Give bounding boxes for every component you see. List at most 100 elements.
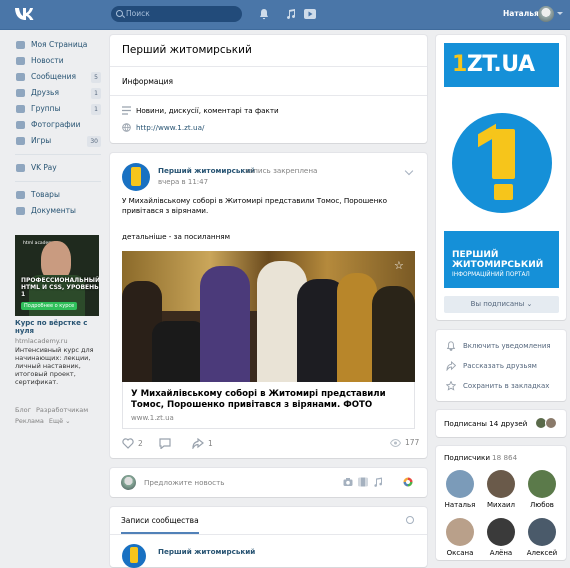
subscriber-name: Наталья (444, 501, 476, 509)
ad-image[interactable]: html academy ПРОФЕССИОНАЛЬНЫЙ HTML И CSS… (15, 235, 99, 316)
sidebar-item-games[interactable]: Игры 30 (15, 133, 101, 149)
chevron-down-icon[interactable] (557, 12, 563, 15)
views-count: 177 (405, 438, 420, 447)
sidebar-item-label: Документы (31, 206, 76, 215)
suggest-news-box[interactable]: Предложите новость (110, 468, 427, 497)
sidebar-item-messages[interactable]: Сообщения 5 (15, 69, 101, 85)
enable-notifications-button[interactable]: Включить уведомления (444, 341, 551, 351)
post-more-text: детальніше - за посиланням (122, 232, 231, 241)
bell-icon[interactable] (258, 8, 270, 20)
video-icon[interactable] (358, 477, 368, 487)
friends-subscribed[interactable]: Подписаны 14 друзей (436, 410, 566, 437)
suggest-news-placeholder[interactable]: Предложите новость (144, 478, 225, 487)
logo-circle (452, 113, 552, 213)
like-count: 2 (138, 439, 143, 448)
description-row: Новини, дискусії, коментарі та факти (122, 106, 279, 115)
search-icon[interactable] (406, 516, 414, 524)
graffiti-color-icon[interactable] (403, 477, 413, 487)
community-cover-card: 1ZT.UA ПЕРШИЙ ЖИТОМИРСЬКИЙ ІНФОРМАЦІЙНИЙ… (436, 35, 566, 320)
action-label: Сохранить в закладках (463, 382, 550, 390)
search-input[interactable]: Поиск (111, 6, 242, 22)
photo-figure (372, 286, 415, 382)
subscriber-avatar (487, 470, 515, 498)
user-name[interactable]: Наталья (503, 9, 539, 18)
tab-community-posts[interactable]: Записи сообщества (121, 516, 199, 534)
sidebar-item-documents[interactable]: Документы (15, 203, 101, 219)
subscribers-header[interactable]: Подписчики 18 864 (444, 453, 517, 462)
website-link[interactable]: http://www.1.zt.ua/ (136, 123, 204, 132)
subscriber-name: Алёна (489, 549, 513, 557)
link-snippet[interactable]: У Михайлівському соборі в Житомирі предс… (122, 382, 415, 429)
photo-figure (152, 321, 207, 382)
footer-link-blog[interactable]: Блог (15, 406, 31, 414)
games-count-badge: 30 (87, 136, 101, 147)
subscriber-avatar (446, 518, 474, 546)
ad-description: Интенсивный курс для начинающих: лекции,… (15, 346, 94, 386)
photos-icon (16, 121, 25, 129)
subscriber-item[interactable]: Наталья (444, 470, 476, 509)
tell-friends-button[interactable]: Рассказать друзьям (444, 361, 537, 371)
post-text: У Михайлівському соборі в Житомирі предс… (122, 196, 388, 215)
sidebar-item-label: Новости (31, 56, 64, 65)
footer-link-developers[interactable]: Разработчикам (36, 406, 88, 414)
post-author[interactable]: Перший житомирський (158, 166, 255, 175)
sidebar-item-my-page[interactable]: Моя Страница (15, 37, 101, 53)
share-button[interactable]: 1 (192, 438, 213, 449)
subscriber-item[interactable]: Алексей (526, 518, 558, 557)
subscriber-name: Оксана (446, 549, 474, 557)
sidebar-item-groups[interactable]: Группы 1 (15, 101, 101, 117)
sidebar-item-photos[interactable]: Фотографии (15, 117, 101, 133)
comment-button[interactable] (159, 438, 171, 449)
like-button[interactable]: 2 (122, 438, 143, 449)
link-title[interactable]: У Михайлівському соборі в Житомирі предс… (131, 389, 406, 411)
ad-image-button[interactable]: Подробнее о курсе (21, 302, 78, 310)
cover-logo: 1ZT.UA (452, 52, 535, 77)
camera-icon[interactable] (343, 477, 353, 487)
save-bookmark-button[interactable]: Сохранить в закладках (444, 381, 550, 391)
play-icon[interactable] (304, 8, 316, 20)
friends-subscribed-label: Подписаны 14 друзей (444, 419, 528, 428)
ad-title[interactable]: Курс по вёрстке с нуля (15, 319, 101, 335)
sidebar-item-goods[interactable]: Товары (15, 187, 101, 203)
sidebar-ad[interactable]: html academy ПРОФЕССИОНАЛЬНЫЙ HTML И CSS… (15, 235, 101, 386)
post-date[interactable]: вчера в 11:47 (158, 178, 208, 186)
pinned-post: Перший житомирський запись закреплена вч… (110, 153, 427, 458)
documents-icon (16, 207, 25, 215)
subscriber-item[interactable]: Оксана (444, 518, 476, 557)
post-photo[interactable]: ☆ (122, 251, 415, 382)
bookmark-star-icon[interactable]: ☆ (394, 259, 404, 272)
music-icon[interactable] (373, 477, 383, 487)
footer-link-more[interactable]: Ещё ⌄ (49, 417, 71, 425)
website-row[interactable]: http://www.1.zt.ua/ (122, 123, 204, 132)
vk-logo-icon[interactable] (14, 7, 34, 21)
footer-link-ads[interactable]: Реклама (15, 417, 44, 425)
cover-subtitle: ІНФОРМАЦІЙНИЙ ПОРТАЛ (452, 272, 530, 278)
user-avatar[interactable] (538, 6, 554, 22)
subscribers-block: Подписчики 18 864 Наталья Михаил Любов Ок… (436, 446, 566, 560)
bell-icon (446, 341, 456, 351)
action-label: Включить уведомления (463, 342, 551, 350)
sidebar-item-label: Моя Страница (31, 40, 88, 49)
chevron-down-icon[interactable] (404, 166, 414, 176)
post-author[interactable]: Перший житомирський (158, 547, 255, 556)
subscriber-item[interactable]: Любов (526, 470, 558, 509)
community-cover-image[interactable]: 1ZT.UA ПЕРШИЙ ЖИТОМИРСЬКИЙ ІНФОРМАЦІЙНИЙ… (444, 43, 559, 288)
sidebar-item-label: Товары (31, 190, 60, 199)
divider (15, 154, 101, 155)
sidebar-item-news[interactable]: Новости (15, 53, 101, 69)
star-icon (446, 381, 456, 391)
games-icon (16, 137, 25, 145)
subscriber-item[interactable]: Михаил (485, 470, 517, 509)
post-author-avatar[interactable] (122, 163, 150, 191)
community-wall: Записи сообщества Перший житомирський (110, 507, 427, 568)
subscriber-item[interactable]: Алёна (485, 518, 517, 557)
heart-icon (122, 438, 134, 449)
music-icon[interactable] (285, 8, 297, 20)
sidebar-item-vkpay[interactable]: VK Pay (15, 160, 101, 176)
post-author-avatar[interactable] (122, 544, 146, 568)
subscribed-button[interactable]: Вы подписаны ⌄ (444, 296, 559, 313)
eye-icon (390, 438, 401, 447)
sidebar-item-friends[interactable]: Друзья 1 (15, 85, 101, 101)
subscriber-avatar (487, 518, 515, 546)
subscriber-avatar (528, 518, 556, 546)
